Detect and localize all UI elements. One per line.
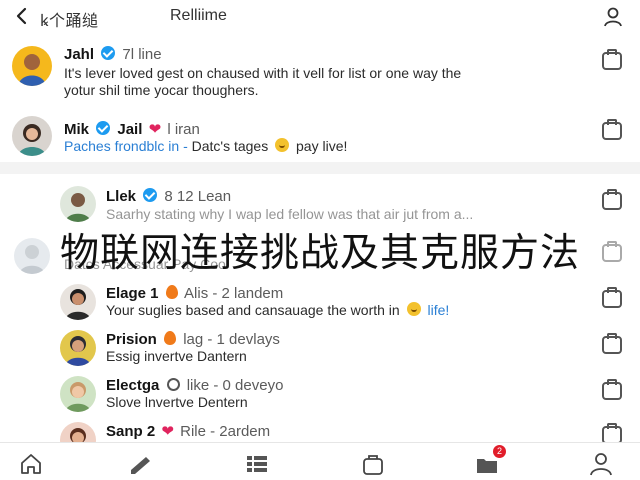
author-name[interactable]: Electga	[106, 377, 159, 394]
post-text: Datc's tages	[191, 138, 269, 154]
fire-icon	[165, 285, 178, 299]
post-text: It's lever loved gest on chaused with it…	[64, 65, 462, 81]
verified-icon	[101, 46, 116, 60]
spinner-icon	[166, 378, 180, 391]
pen-icon[interactable]	[128, 451, 154, 477]
author-name-second[interactable]: Jail	[117, 121, 142, 138]
overlay-title: 物联网连接挑战及其克服方法	[60, 231, 581, 276]
post-text: Saarhy stating why I wap led fellow was …	[106, 206, 474, 222]
bag-icon[interactable]	[602, 423, 622, 442]
avatar[interactable]	[60, 376, 96, 412]
post-text: Your suglies based and cansauage the wor…	[106, 302, 400, 318]
author-name[interactable]: Llek	[106, 188, 136, 205]
author-name[interactable]: Sanp 2	[106, 423, 155, 440]
post-text-tail: pay live!	[296, 138, 348, 154]
bag-icon[interactable]	[602, 189, 622, 210]
list-item[interactable]: Llek 8 12 Lean Saarhy stating why I wap …	[0, 182, 640, 224]
author-name[interactable]: Mik	[64, 121, 89, 138]
avatar[interactable]	[60, 284, 96, 320]
post-meta: 7l line	[122, 46, 162, 63]
list-item[interactable]: Prision lag - 1 devlays Essig invertve D…	[0, 326, 640, 370]
bag-icon[interactable]	[602, 379, 622, 400]
messages-icon[interactable]: 2	[474, 445, 506, 477]
post-meta: Alis - 2 landem	[184, 285, 284, 302]
page-title: ꝃ个踊缒	[40, 13, 99, 30]
chevron-left-icon[interactable]	[12, 6, 32, 26]
person-icon[interactable]	[602, 6, 624, 28]
post-meta: Rile - 2ardem	[180, 423, 271, 440]
post-text: Essig invertve Dantern	[106, 348, 247, 364]
bag-icon[interactable]	[602, 241, 622, 262]
post-meta: lag - 1 devlays	[183, 331, 280, 348]
author-name[interactable]: Prision	[106, 331, 157, 348]
post-meta: l iran	[167, 121, 200, 138]
avatar[interactable]	[60, 330, 96, 366]
avatar[interactable]	[60, 186, 96, 222]
list-item[interactable]: Mik Jail ❤ l iran Paches frondblc in - D…	[0, 112, 640, 160]
bottom-navigation: 2	[0, 442, 640, 480]
post-link[interactable]: Paches frondblc in -	[64, 138, 188, 154]
verified-icon	[96, 121, 111, 135]
avatar[interactable]	[12, 46, 52, 86]
list-item[interactable]: Electga like - 0 deveyo Slove lnvertve D…	[0, 372, 640, 416]
post-text: yotur shil time yocar thoughers.	[64, 82, 259, 98]
page-subtitle: Relliime	[170, 7, 227, 24]
smile-icon	[275, 138, 290, 152]
notification-badge: 2	[493, 445, 506, 458]
avatar[interactable]	[14, 238, 50, 274]
post-text: Slove lnvertve Dentern	[106, 394, 248, 410]
author-name[interactable]: Elage 1	[106, 285, 159, 302]
post-meta: like - 0 deveyo	[186, 377, 284, 394]
list-item[interactable]: Jahl 7l line It's lever loved gest on ch…	[0, 40, 640, 106]
top-bar: ꝃ个踊缒 Relliime	[0, 0, 640, 36]
avatar[interactable]	[12, 116, 52, 156]
smile-icon	[406, 302, 421, 316]
bag-icon[interactable]	[602, 119, 622, 140]
person-icon[interactable]	[588, 451, 614, 477]
list-item[interactable]: Elage 1 Alis - 2 landem Your suglies bas…	[0, 280, 640, 324]
list-icon[interactable]	[244, 451, 270, 477]
bag-icon[interactable]	[602, 287, 622, 308]
post-text-tail: life!	[427, 302, 450, 318]
heart-icon: ❤	[148, 121, 162, 138]
fire-icon	[164, 331, 177, 345]
heart-icon: ❤	[161, 423, 174, 440]
avatar[interactable]	[60, 422, 96, 442]
bag-icon[interactable]	[602, 49, 622, 70]
post-meta: 8 12 Lean	[164, 188, 232, 205]
section-divider	[0, 162, 640, 174]
author-name[interactable]: Jahl	[64, 46, 94, 63]
bag-icon[interactable]	[360, 451, 386, 477]
list-item[interactable]: Sanp 2 ❤ Rile - 2ardem	[0, 418, 640, 442]
verified-icon	[143, 188, 158, 202]
home-icon[interactable]	[18, 451, 44, 477]
bag-icon[interactable]	[602, 333, 622, 354]
